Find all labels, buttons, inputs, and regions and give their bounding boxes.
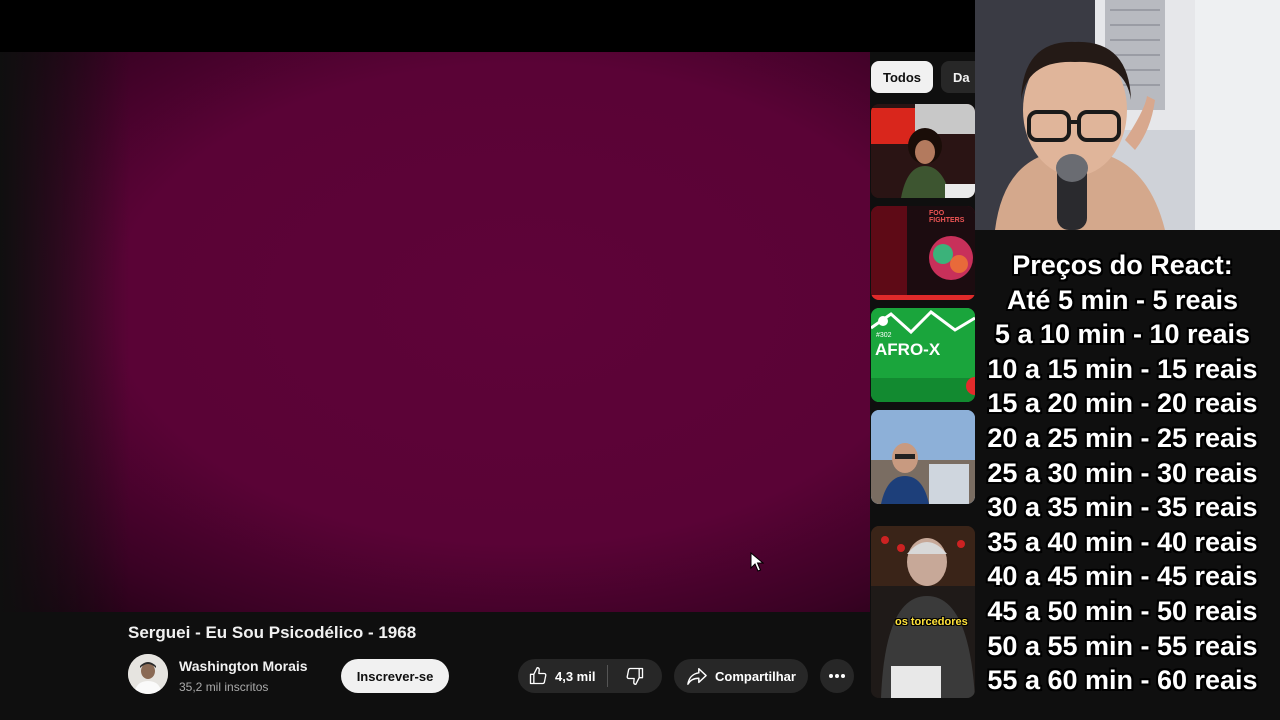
like-dislike-group: 4,3 mil xyxy=(518,659,662,693)
thumbnail-image xyxy=(871,526,975,698)
episode-badge: #302 xyxy=(876,332,892,339)
mouse-cursor-icon xyxy=(750,552,764,572)
thumbnail-image xyxy=(871,104,975,198)
thumbnail-caption: os torcedores xyxy=(895,616,968,628)
price-line: 30 a 35 min - 35 reais xyxy=(987,492,1258,523)
video-player[interactable] xyxy=(0,52,870,612)
subscribe-button[interactable]: Inscrever-se xyxy=(341,659,449,693)
more-dots-icon xyxy=(829,674,845,678)
price-line: 5 a 10 min - 10 reais xyxy=(994,319,1251,350)
recommended-thumbnail[interactable]: #302 AFRO-X xyxy=(871,308,975,402)
thumbnail-text: AFRO-X xyxy=(875,340,941,359)
share-arrow-icon xyxy=(687,668,707,685)
more-actions-button[interactable] xyxy=(820,659,854,693)
price-line: 25 a 30 min - 30 reais xyxy=(987,457,1258,488)
price-overlay-title: Preços do React: xyxy=(1012,250,1233,280)
player-edge-shade xyxy=(0,52,130,612)
price-line: 20 a 25 min - 25 reais xyxy=(987,422,1258,453)
top-bar xyxy=(0,0,975,52)
like-button[interactable]: 4,3 mil xyxy=(518,659,607,693)
recommended-thumbnail[interactable]: os torcedores xyxy=(871,526,975,698)
recommended-thumbnail[interactable] xyxy=(871,104,975,198)
channel-name[interactable]: Washington Morais xyxy=(179,658,308,674)
avatar-image xyxy=(128,654,168,694)
price-overlay: Preços do React: Até 5 min - 5 reais 5 a… xyxy=(965,248,1280,704)
chip-all[interactable]: Todos xyxy=(871,61,934,93)
thumbnail-text: FOO FIGHTERS xyxy=(929,210,965,224)
price-line: 40 a 45 min - 45 reais xyxy=(987,561,1258,592)
thumbnail-image xyxy=(871,410,975,504)
webcam-feed xyxy=(975,0,1280,230)
thumbs-down-icon xyxy=(626,667,644,685)
recommended-thumbnail[interactable] xyxy=(871,410,975,504)
share-label: Compartilhar xyxy=(715,668,796,684)
subscriber-count: 35,2 mil inscritos xyxy=(179,680,269,694)
price-line: Até 5 min - 5 reais xyxy=(1006,284,1239,315)
dislike-button[interactable] xyxy=(608,659,662,693)
price-line: 10 a 15 min - 15 reais xyxy=(987,353,1258,384)
price-line: 35 a 40 min - 40 reais xyxy=(987,526,1258,557)
thumbs-up-icon xyxy=(529,667,547,685)
channel-avatar[interactable] xyxy=(128,654,168,694)
price-line: 45 a 50 min - 50 reais xyxy=(987,595,1258,626)
price-line: 15 a 20 min - 20 reais xyxy=(987,388,1258,419)
video-title: Serguei - Eu Sou Psicodélico - 1968 xyxy=(128,623,417,642)
price-line: 55 a 60 min - 60 reais xyxy=(987,665,1258,696)
price-line: 50 a 55 min - 55 reais xyxy=(987,630,1258,661)
like-count: 4,3 mil xyxy=(555,668,596,684)
bottom-strip xyxy=(0,698,1280,720)
recommended-thumbnail[interactable]: FOO FIGHTERS xyxy=(871,206,975,300)
webcam-image xyxy=(975,0,1280,230)
share-button[interactable]: Compartilhar xyxy=(674,659,808,693)
